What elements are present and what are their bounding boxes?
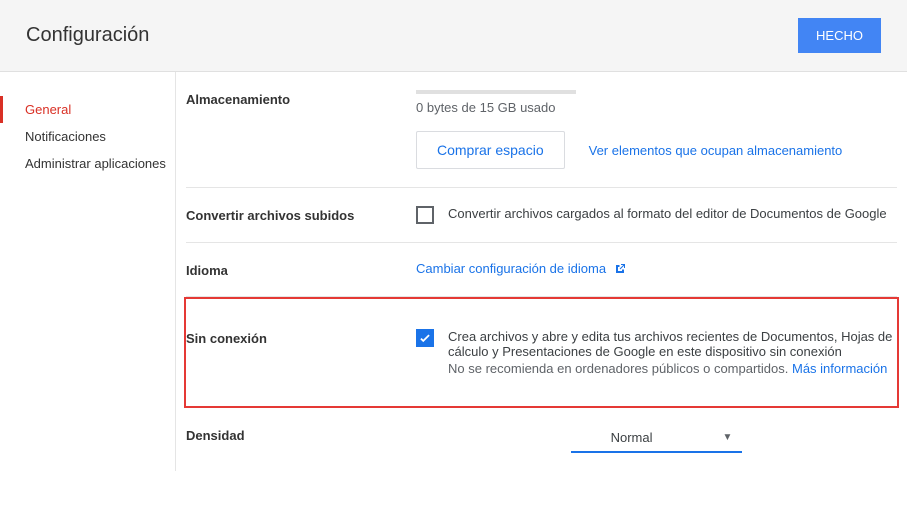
done-button[interactable]: HECHO (798, 18, 881, 53)
offline-subtext: No se recomienda en ordenadores públicos… (448, 361, 897, 376)
settings-main: Almacenamiento 0 bytes de 15 GB usado Co… (175, 72, 907, 471)
section-convert-uploads: Convertir archivos subidos Convertir arc… (186, 188, 897, 243)
change-language-link[interactable]: Cambiar configuración de idioma (416, 261, 626, 276)
offline-sub-prefix: No se recomienda en ordenadores públicos… (448, 361, 792, 376)
settings-header: Configuración HECHO (0, 0, 907, 72)
settings-sidebar: General Notificaciones Administrar aplic… (0, 72, 175, 471)
page-title: Configuración (26, 24, 149, 47)
change-language-text: Cambiar configuración de idioma (416, 261, 606, 276)
section-density: Densidad Normal ▼ (186, 408, 897, 471)
density-select[interactable]: Normal ▼ (571, 426, 743, 453)
sidebar-item-general[interactable]: General (0, 96, 175, 123)
offline-more-info-link[interactable]: Más información (792, 361, 887, 376)
sidebar-item-notifications[interactable]: Notificaciones (0, 123, 175, 150)
section-offline: Sin conexión Crea archivos y abre y edit… (186, 299, 897, 406)
storage-usage-text: 0 bytes de 15 GB usado (416, 100, 897, 115)
dropdown-caret-icon: ▼ (723, 432, 733, 443)
section-language: Idioma Cambiar configuración de idioma (186, 243, 897, 297)
offline-text: Crea archivos y abre y edita tus archivo… (448, 329, 897, 359)
external-link-icon (614, 263, 626, 278)
offline-highlight: Sin conexión Crea archivos y abre y edit… (184, 297, 899, 408)
buy-storage-button[interactable]: Comprar espacio (416, 131, 565, 169)
storage-usage-bar (416, 90, 576, 94)
storage-label: Almacenamiento (186, 90, 416, 169)
density-value: Normal (611, 430, 653, 445)
view-storage-items-link[interactable]: Ver elementos que ocupan almacenamiento (589, 143, 843, 158)
density-label: Densidad (186, 426, 416, 453)
convert-label: Convertir archivos subidos (186, 206, 416, 224)
language-label: Idioma (186, 261, 416, 278)
convert-uploads-checkbox[interactable] (416, 206, 434, 224)
sidebar-item-manage-apps[interactable]: Administrar aplicaciones (0, 150, 175, 177)
offline-label: Sin conexión (186, 329, 416, 376)
section-storage: Almacenamiento 0 bytes de 15 GB usado Co… (186, 72, 897, 188)
convert-uploads-text: Convertir archivos cargados al formato d… (448, 206, 887, 221)
offline-checkbox[interactable] (416, 329, 434, 347)
